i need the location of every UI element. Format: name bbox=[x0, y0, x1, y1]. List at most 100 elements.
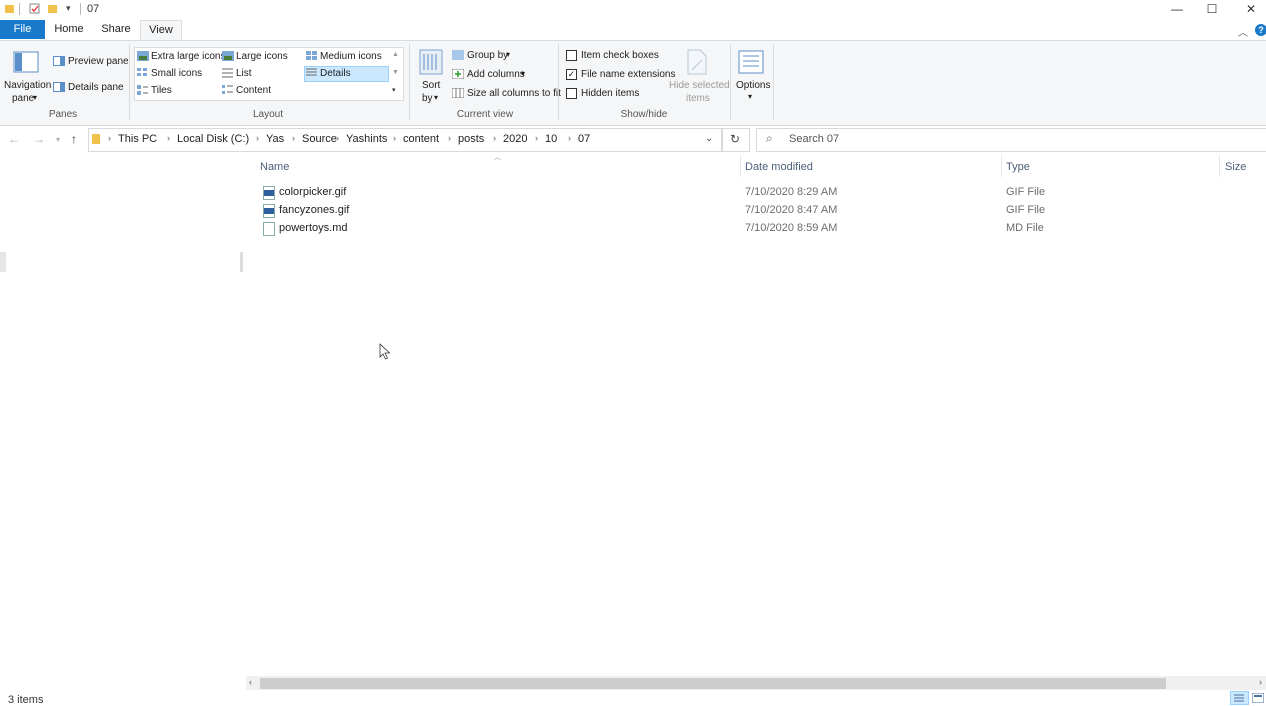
file-name[interactable]: fancyzones.gif bbox=[279, 204, 349, 216]
chevron-right-icon[interactable]: › bbox=[336, 133, 339, 143]
navigation-pane-button-line2[interactable]: pane bbox=[12, 93, 34, 104]
item-check-boxes-checkbox[interactable] bbox=[566, 50, 577, 61]
large-icons-view-icon[interactable] bbox=[1252, 693, 1264, 703]
layout-scroll-up-icon[interactable]: ▲ bbox=[392, 51, 399, 58]
preview-pane-icon bbox=[53, 56, 65, 66]
navigation-pane[interactable] bbox=[0, 153, 240, 673]
options-icon bbox=[738, 50, 764, 74]
chevron-down-icon: ▾ bbox=[434, 93, 439, 102]
chevron-right-icon[interactable]: › bbox=[256, 133, 259, 143]
chevron-down-icon: ▾ bbox=[33, 93, 38, 102]
sort-by-button[interactable]: Sort bbox=[422, 80, 440, 91]
extra-large-icons-option[interactable]: Extra large icons bbox=[151, 51, 225, 62]
breadcrumb-4[interactable]: Source bbox=[302, 133, 337, 145]
breadcrumb-8[interactable]: 2020 bbox=[503, 133, 527, 145]
panes-group-label: Panes bbox=[48, 109, 78, 120]
scroll-right-icon[interactable]: › bbox=[1259, 677, 1262, 687]
pane-splitter[interactable] bbox=[240, 252, 243, 272]
breadcrumb-1[interactable]: This PC bbox=[118, 133, 157, 145]
current-view-group-label: Current view bbox=[456, 109, 514, 120]
hidden-items-label[interactable]: Hidden items bbox=[581, 88, 639, 99]
content-option[interactable]: Content bbox=[236, 85, 271, 96]
recent-locations-icon[interactable]: ▾ bbox=[56, 135, 60, 144]
hide-selected-items-button[interactable]: Hide selected bbox=[669, 80, 730, 91]
navigation-pane-icon bbox=[13, 51, 39, 73]
group-by-icon bbox=[452, 50, 464, 60]
quick-access-dropdown-icon[interactable]: ▾ bbox=[66, 3, 71, 14]
preview-pane-button[interactable]: Preview pane bbox=[68, 56, 129, 67]
show-hide-group-label: Show/hide bbox=[620, 109, 668, 120]
breadcrumb-9[interactable]: 10 bbox=[545, 133, 557, 145]
close-button[interactable]: ✕ bbox=[1236, 1, 1266, 17]
breadcrumb-3[interactable]: Yas bbox=[266, 133, 284, 145]
large-icons-icon bbox=[222, 51, 234, 61]
chevron-down-icon: ▾ bbox=[506, 50, 511, 59]
breadcrumb-10[interactable]: 07 bbox=[578, 133, 590, 145]
maximize-button[interactable]: ☐ bbox=[1197, 1, 1227, 17]
tiles-icon bbox=[137, 85, 148, 95]
hidden-items-checkbox[interactable] bbox=[566, 88, 577, 99]
large-icons-option[interactable]: Large icons bbox=[236, 51, 288, 62]
breadcrumb-6[interactable]: content bbox=[403, 133, 439, 145]
size-all-columns-button[interactable]: Size all columns to fit bbox=[467, 88, 561, 99]
chevron-down-icon: ▾ bbox=[748, 92, 753, 101]
hide-selected-items-icon bbox=[687, 49, 707, 75]
scroll-left-icon[interactable]: ‹ bbox=[249, 677, 252, 687]
chevron-right-icon[interactable]: › bbox=[535, 133, 538, 143]
layout-group-label: Layout bbox=[252, 109, 284, 120]
tiles-option[interactable]: Tiles bbox=[151, 85, 172, 96]
list-option[interactable]: List bbox=[236, 68, 252, 79]
gif-file-icon bbox=[263, 186, 275, 200]
item-check-boxes-label[interactable]: Item check boxes bbox=[581, 50, 659, 61]
chevron-right-icon[interactable]: › bbox=[292, 133, 295, 143]
nav-pane-scrollbar[interactable] bbox=[0, 252, 6, 272]
file-name-extensions-label[interactable]: File name extensions bbox=[581, 69, 676, 80]
back-button[interactable]: ← bbox=[8, 132, 20, 146]
breadcrumb-2[interactable]: Local Disk (C:) bbox=[177, 133, 249, 145]
chevron-right-icon[interactable]: › bbox=[568, 133, 571, 143]
chevron-right-icon[interactable]: › bbox=[448, 133, 451, 143]
details-pane-button[interactable]: Details pane bbox=[68, 82, 124, 93]
chevron-right-icon[interactable]: › bbox=[493, 133, 496, 143]
tab-file[interactable]: File bbox=[0, 20, 45, 39]
tab-share[interactable]: Share bbox=[96, 20, 136, 39]
tab-home[interactable]: Home bbox=[50, 20, 88, 39]
medium-icons-option[interactable]: Medium icons bbox=[320, 51, 382, 62]
properties-icon[interactable] bbox=[29, 3, 40, 14]
sort-by-button-line2[interactable]: by bbox=[422, 93, 433, 104]
help-icon[interactable]: ? bbox=[1255, 24, 1266, 36]
folder-icon bbox=[92, 134, 100, 144]
refresh-icon[interactable]: ↻ bbox=[730, 132, 740, 146]
file-name[interactable]: colorpicker.gif bbox=[279, 186, 346, 198]
horizontal-scrollbar-thumb[interactable] bbox=[260, 678, 1166, 689]
minimize-button[interactable]: — bbox=[1162, 1, 1192, 17]
small-icons-option[interactable]: Small icons bbox=[151, 68, 202, 79]
up-button[interactable]: ↑ bbox=[71, 132, 77, 146]
address-dropdown-icon[interactable]: ⌄ bbox=[705, 133, 713, 144]
breadcrumb-7[interactable]: posts bbox=[458, 133, 484, 145]
tab-view[interactable]: View bbox=[140, 20, 182, 40]
breadcrumb-5[interactable]: Yashints bbox=[346, 133, 387, 145]
column-header-name[interactable]: Name bbox=[260, 161, 289, 173]
chevron-right-icon[interactable]: › bbox=[167, 133, 170, 143]
chevron-right-icon[interactable]: › bbox=[393, 133, 396, 143]
extra-large-icons-icon bbox=[137, 51, 149, 61]
new-folder-icon[interactable] bbox=[47, 3, 58, 14]
layout-expand-icon[interactable]: ▾ bbox=[392, 86, 396, 94]
file-type: MD File bbox=[1006, 222, 1044, 234]
collapse-ribbon-icon[interactable]: ︿ bbox=[1238, 24, 1248, 39]
file-name-extensions-checkbox[interactable]: ✓ bbox=[566, 69, 577, 80]
add-columns-button[interactable]: Add columns bbox=[467, 69, 525, 80]
options-button[interactable]: Options bbox=[736, 80, 770, 91]
column-header-size[interactable]: Size bbox=[1225, 161, 1246, 173]
column-header-type[interactable]: Type bbox=[1006, 161, 1030, 173]
file-name[interactable]: powertoys.md bbox=[279, 222, 347, 234]
column-header-date[interactable]: Date modified bbox=[745, 161, 813, 173]
navigation-pane-button[interactable]: Navigation bbox=[4, 80, 51, 91]
hide-selected-items-button-line2[interactable]: items bbox=[686, 93, 710, 104]
group-by-button[interactable]: Group by bbox=[467, 50, 508, 61]
details-option[interactable]: Details bbox=[320, 68, 351, 79]
search-input[interactable]: Search 07 bbox=[789, 133, 839, 145]
layout-scroll-down-icon[interactable]: ▼ bbox=[392, 69, 399, 76]
forward-button[interactable]: → bbox=[33, 132, 45, 146]
